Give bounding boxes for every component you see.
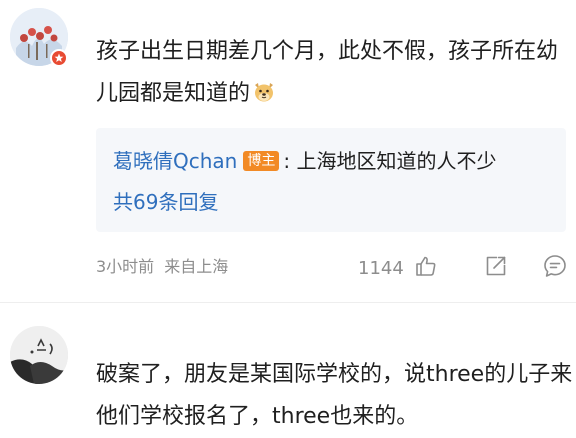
- comment-button[interactable]: [542, 254, 568, 282]
- vip-badge-icon: [50, 49, 68, 67]
- like-count: 1144: [358, 257, 404, 279]
- reply-author[interactable]: 葛晓倩Qchan: [113, 149, 237, 173]
- reply-separator: :: [283, 149, 291, 173]
- like-button[interactable]: 1144: [358, 254, 438, 282]
- share-icon: [484, 254, 508, 282]
- comment-text: 破案了，朋友是某国际学校的，说three的儿子来他们学校报名了，three也来的…: [96, 362, 573, 429]
- comment-meta: 3小时前 来自上海: [96, 255, 228, 279]
- avatar[interactable]: [10, 326, 68, 384]
- timestamp: 3小时前: [96, 257, 155, 276]
- comment-text: 孩子出生日期差几个月，此处不假，孩子所在幼儿园都是知道的: [96, 31, 566, 115]
- comment-icon: [542, 253, 568, 283]
- reply-count-link[interactable]: 共69条回复: [113, 187, 218, 217]
- thumb-up-icon: [414, 254, 438, 282]
- share-button[interactable]: [484, 254, 508, 282]
- divider: [0, 302, 576, 303]
- doge-emoji: [252, 77, 276, 102]
- reply-line: 葛晓倩Qchan 博主: 上海地区知道的人不少: [113, 146, 496, 176]
- blogger-badge: 博主: [243, 151, 280, 171]
- reply-preview[interactable]: 葛晓倩Qchan 博主: 上海地区知道的人不少 共69条回复: [96, 128, 566, 232]
- comment-body: 孩子出生日期差几个月，此处不假，孩子所在幼儿园都是知道的: [96, 39, 559, 106]
- location: 来自上海: [164, 257, 229, 276]
- reply-text: 上海地区知道的人不少: [296, 149, 497, 173]
- avatar-image: [10, 326, 68, 384]
